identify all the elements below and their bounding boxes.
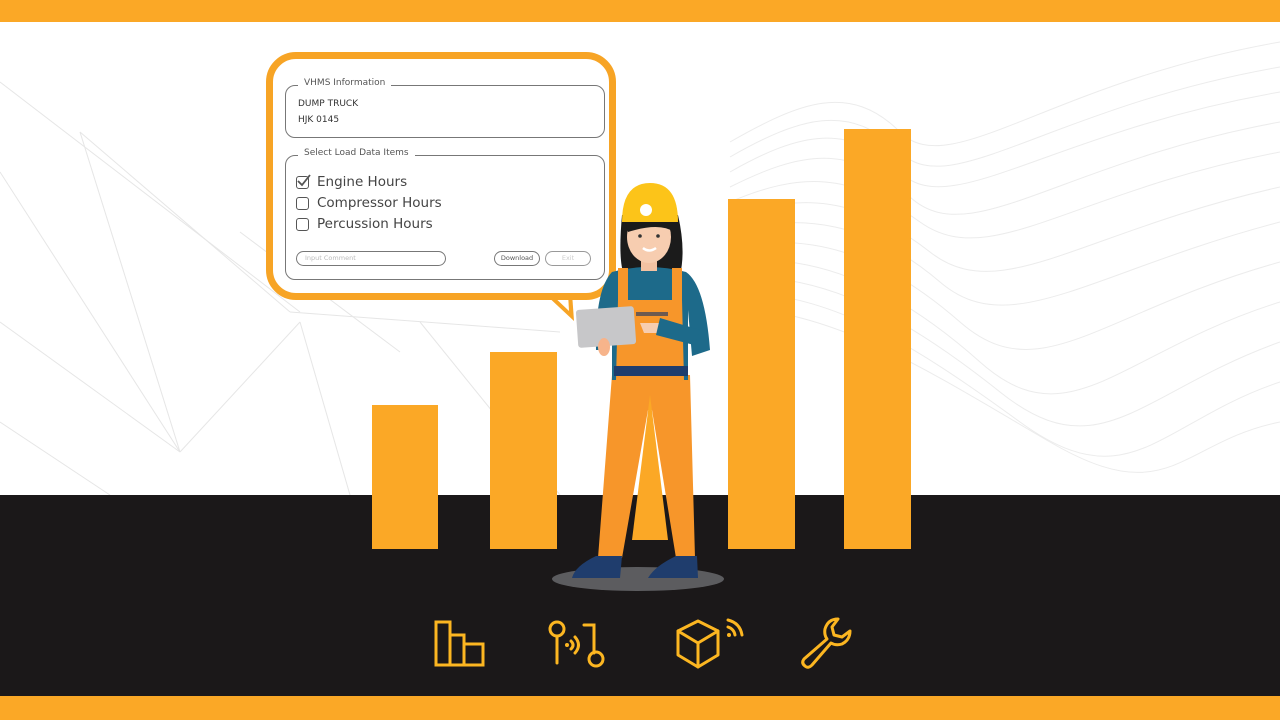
vhms-information-group: VHMS Information DUMP TRUCK HJK 0145	[285, 78, 605, 138]
bar-chart-icon	[434, 620, 485, 667]
compressor-hours-checkbox[interactable]: Compressor Hours	[296, 195, 442, 211]
bar-3	[728, 199, 795, 549]
checkbox-checked[interactable]	[296, 173, 311, 189]
download-button[interactable]: Download	[494, 251, 540, 266]
percussion-hours-label: Percussion Hours	[317, 216, 433, 232]
load-data-items-legend: Select Load Data Items	[298, 148, 415, 158]
worker-shoe-right	[648, 556, 698, 578]
wrench-icon	[801, 617, 852, 669]
worker-illustration	[552, 183, 724, 591]
top-accent-band	[0, 0, 1280, 22]
vhms-information-legend: VHMS Information	[298, 78, 392, 88]
wireless-signal-icon	[548, 620, 605, 668]
checkbox-unchecked[interactable]	[296, 196, 309, 210]
checkbox-unchecked[interactable]	[296, 217, 309, 231]
comment-input[interactable]: Input Comment	[296, 251, 446, 266]
bar-4	[844, 129, 911, 549]
bottom-accent-band	[0, 696, 1280, 720]
worker-shoe-left	[572, 556, 622, 578]
checkmark-icon	[297, 173, 311, 186]
engine-hours-label: Engine Hours	[317, 174, 408, 190]
connected-box-icon	[676, 618, 744, 669]
feature-icons-row	[0, 615, 1280, 675]
bar-1	[372, 405, 438, 549]
engine-hours-checkbox[interactable]: Engine Hours	[296, 173, 408, 190]
helmet-icon	[622, 183, 678, 222]
helmet-lamp	[640, 204, 652, 216]
vehicle-type: DUMP TRUCK	[298, 99, 359, 109]
vehicle-id: HJK 0145	[298, 115, 340, 125]
percussion-hours-checkbox[interactable]: Percussion Hours	[296, 216, 433, 232]
compressor-hours-label: Compressor Hours	[317, 195, 442, 211]
